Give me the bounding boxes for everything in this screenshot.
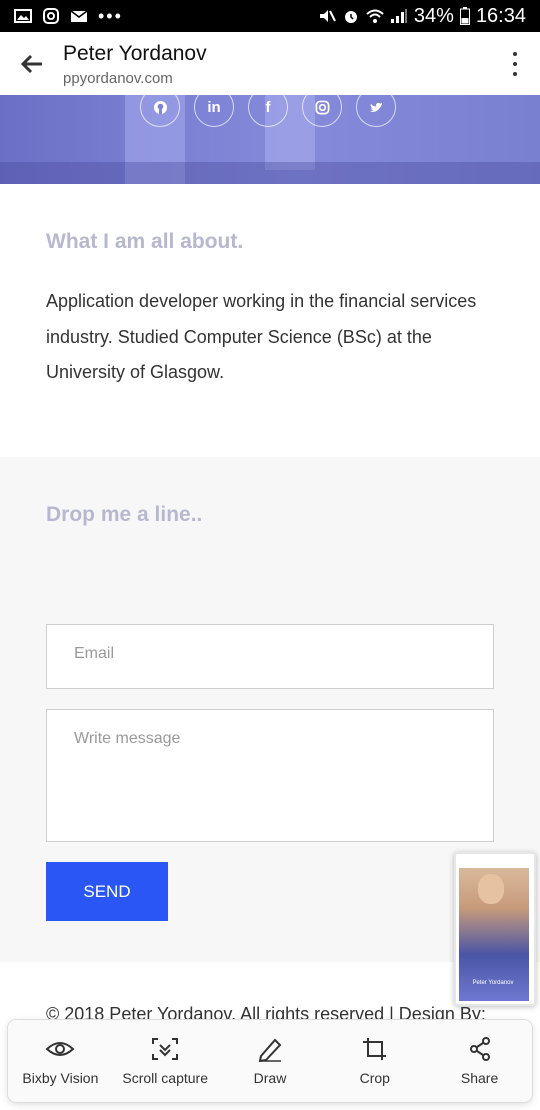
battery-icon: [459, 7, 470, 25]
message-field[interactable]: Write message: [46, 709, 494, 842]
clock: 16:34: [475, 4, 526, 27]
instagram-icon[interactable]: [302, 95, 342, 127]
scroll-capture-button[interactable]: Scroll capture: [115, 1036, 215, 1086]
bixby-vision-label: Bixby Vision: [22, 1070, 99, 1086]
page-url: ppyordanov.com: [63, 70, 173, 87]
twitter-icon[interactable]: [356, 95, 396, 127]
about-section: What I am all about. Application develop…: [0, 184, 540, 457]
battery-percent: 34%: [413, 4, 454, 27]
draw-button[interactable]: Draw: [220, 1036, 320, 1086]
send-button[interactable]: SEND: [46, 862, 168, 921]
screenshot-thumbnail[interactable]: Peter Yordanov: [454, 852, 536, 1006]
share-icon: [469, 1037, 490, 1061]
email-field[interactable]: Email: [46, 624, 494, 689]
eye-icon: [45, 1042, 75, 1056]
scroll-capture-label: Scroll capture: [122, 1070, 208, 1086]
crop-button[interactable]: Crop: [325, 1036, 425, 1086]
github-icon[interactable]: [140, 95, 180, 127]
gallery-icon: [14, 9, 32, 23]
scroll-capture-icon: [152, 1038, 179, 1060]
about-heading: What I am all about.: [46, 230, 244, 253]
screenshot-toolbar: Bixby Vision Scroll capture Draw Crop Sh…: [8, 1020, 532, 1102]
instagram-notification-icon: [43, 8, 59, 24]
crop-label: Crop: [359, 1070, 390, 1086]
more-options-icon[interactable]: [512, 52, 518, 76]
page-title: Peter Yordanov: [63, 42, 207, 65]
wifi-icon: [366, 9, 384, 23]
mail-icon: [70, 10, 88, 22]
share-label: Share: [460, 1070, 499, 1086]
status-bar: ••• 34% 16:34: [0, 0, 540, 32]
share-button[interactable]: Share: [430, 1036, 530, 1086]
thumbnail-name: Peter Yordanov: [472, 980, 514, 986]
hero-banner: in f: [0, 95, 540, 184]
facebook-icon[interactable]: f: [248, 95, 288, 127]
alarm-icon: [344, 11, 357, 23]
about-text: Application developer working in the fin…: [46, 291, 477, 382]
crop-icon: [362, 1038, 386, 1060]
back-arrow-icon[interactable]: [18, 50, 46, 78]
contact-heading: Drop me a line..: [46, 503, 203, 526]
signal-icon: [390, 9, 407, 23]
draw-label: Draw: [253, 1070, 287, 1086]
pencil-icon: [258, 1038, 282, 1062]
social-links: in f: [140, 95, 396, 127]
bixby-vision-button[interactable]: Bixby Vision: [10, 1036, 110, 1086]
linkedin-icon[interactable]: in: [194, 95, 234, 127]
more-notifications-icon: •••: [98, 5, 123, 26]
browser-app-bar: Peter Yordanov ppyordanov.com: [0, 32, 540, 96]
mute-icon: [319, 10, 336, 22]
